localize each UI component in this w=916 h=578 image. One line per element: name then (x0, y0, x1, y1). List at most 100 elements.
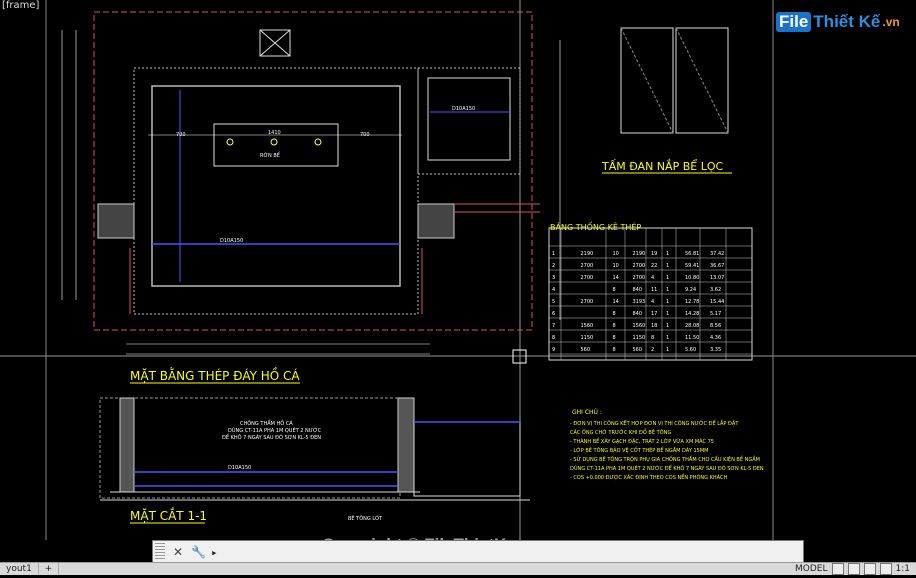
table-cell: 14.28 (685, 311, 699, 317)
table-cell: 1 (552, 251, 555, 257)
annotation-scale[interactable]: 1:1 (896, 564, 910, 574)
model-space-button[interactable]: MODEL (795, 564, 827, 574)
table-cell: 2700 (581, 275, 594, 281)
svg-text:700: 700 (360, 132, 370, 138)
table-cell: 8 (613, 347, 616, 353)
cad-drawing: 700 1410 700 RỜN BỂ D10A150 D10A150 D10A… (0, 0, 916, 574)
table-cell: 1 (666, 347, 669, 353)
close-icon[interactable]: ✕ (171, 545, 185, 559)
polar-icon[interactable] (879, 563, 892, 575)
table-cell: 560 (581, 347, 591, 353)
table-cell: 2 (552, 263, 555, 269)
table-cell: 9 (552, 347, 555, 353)
svg-text:D10A150: D10A150 (452, 106, 475, 112)
filter-box-outer (417, 67, 521, 175)
table-cell: 4 (552, 287, 555, 293)
note-line: - LỚP BÊ TÔNG BẢO VỆ CỐT THÉP BỂ NGẦM DÀ… (570, 446, 708, 454)
snap-icon[interactable] (847, 563, 860, 575)
table-cell: 1 (666, 275, 669, 281)
command-input[interactable] (217, 542, 742, 562)
table-cell: 15.44 (710, 299, 724, 305)
plan-outline (93, 11, 533, 331)
table-cell: 3 (552, 275, 555, 281)
section-wall-left (119, 397, 135, 493)
table-cell: 8 (613, 335, 616, 341)
table-cell: 59.41 (685, 263, 699, 269)
table-cell: 2700 (633, 263, 646, 269)
tab-layout1[interactable]: yout1 (0, 563, 39, 575)
table-cell: 1560 (581, 323, 594, 329)
table-cell: 7 (552, 323, 555, 329)
table-cell: 2700 (581, 263, 594, 269)
table-cell: 1 (666, 287, 669, 293)
watermark-logo: File Thiết Kế .vn (776, 12, 900, 32)
table-cell: 11.50 (685, 335, 699, 341)
table-cell: 4 (651, 299, 654, 305)
table-cell: 8 (613, 287, 616, 293)
status-bar: yout1 + MODEL 1:1 (0, 562, 916, 575)
command-grip[interactable] (155, 543, 165, 561)
table-cell: 2 (651, 347, 654, 353)
table-cell: 8.56 (710, 323, 721, 329)
table-cell: 2190 (633, 251, 646, 257)
table-cell: 22 (651, 263, 657, 269)
note-line: - THÀNH BỂ XÂY GẠCH ĐẶC, TRÁT 2 LỚP VỮA … (570, 437, 714, 445)
table-cell: 8 (613, 323, 616, 329)
table-cell: 37.42 (710, 251, 724, 257)
add-layout-button[interactable]: + (39, 563, 60, 575)
table-cell: 5.17 (710, 311, 721, 317)
table-cell: 2190 (581, 251, 594, 257)
svg-text:DÙNG CT-11A PHA 1M QUÉT 2 NƯỚC: DÙNG CT-11A PHA 1M QUÉT 2 NƯỚC (228, 426, 322, 434)
note-line: - ĐƠN VỊ THI CÔNG KẾT HỢP ĐƠN VỊ THI CÔN… (570, 419, 739, 427)
ortho-icon[interactable] (863, 563, 876, 575)
table-cell: 9.24 (685, 287, 696, 293)
svg-text:CHỐNG THẤM HỒ CÁ: CHỐNG THẤM HỒ CÁ (240, 418, 293, 427)
section-outline (99, 397, 401, 499)
note-line: - COS +0.000 ĐƯỢC XÁC ĐỊNH THEO COS NỀN … (570, 473, 727, 481)
command-prompt: ▸ (211, 542, 742, 562)
table-cell: 840 (633, 287, 643, 293)
table-cell: 6 (552, 311, 555, 317)
side-block-right (417, 203, 455, 239)
svg-text:1410: 1410 (268, 130, 281, 136)
table-cell: 1 (666, 335, 669, 341)
svg-text:700: 700 (176, 132, 186, 138)
table-cell: 19 (651, 251, 657, 257)
side-block-left (97, 203, 135, 239)
table-cell: 5.60 (685, 347, 696, 353)
table-cell: 840 (633, 311, 643, 317)
table-cell: 12.78 (685, 299, 699, 305)
table-cell: 2700 (633, 275, 646, 281)
table-cell: 18 (651, 323, 657, 329)
note-line: DÙNG CT-11A PHA 1M QUÉT 2 NƯỚC ĐỂ KHÔ 7 … (570, 464, 764, 472)
cover-title: TẤM ĐAN NẮP BỂ LỌC (601, 159, 723, 173)
wrench-icon[interactable]: 🔧 (191, 545, 206, 559)
grid-icon[interactable] (831, 563, 844, 575)
plan-title: MẶT BẰNG THÉP ĐÁY HỒ CÁ (130, 367, 300, 383)
table-cell: 1 (666, 263, 669, 269)
table-cell: 3.35 (710, 347, 721, 353)
section-filter (413, 421, 521, 497)
svg-text:RỜN BỂ: RỜN BỂ (260, 151, 281, 159)
command-prompt-icon: ▸ (211, 545, 218, 559)
svg-text:D10A150: D10A150 (220, 238, 243, 244)
table-cell: 11 (651, 287, 657, 293)
table-cell: 10.80 (685, 275, 699, 281)
table-cell: 14 (613, 299, 619, 305)
svg-text:D10A150: D10A150 (228, 465, 251, 471)
table-cell: 10 (613, 263, 619, 269)
pool-wall-inner (151, 85, 401, 287)
table-cell: 1 (666, 251, 669, 257)
drawing-canvas[interactable]: 700 1410 700 RỜN BỂ D10A150 D10A150 D10A… (0, 0, 916, 574)
table-cell: 4.36 (710, 335, 721, 341)
table-cell: 8 (552, 335, 555, 341)
table-cell: 560 (633, 347, 643, 353)
table-cell: 10 (613, 251, 619, 257)
table-cell: 1 (666, 311, 669, 317)
section-wall-right (397, 397, 415, 493)
table-cell: 56.81 (685, 251, 699, 257)
table-cell: 1 (666, 323, 669, 329)
table-title: BẢNG THỐNG KÊ THÉP (550, 220, 641, 232)
svg-text:GHI CHÚ :: GHI CHÚ : (572, 409, 602, 416)
viewport-label[interactable]: [frame] (0, 0, 42, 14)
